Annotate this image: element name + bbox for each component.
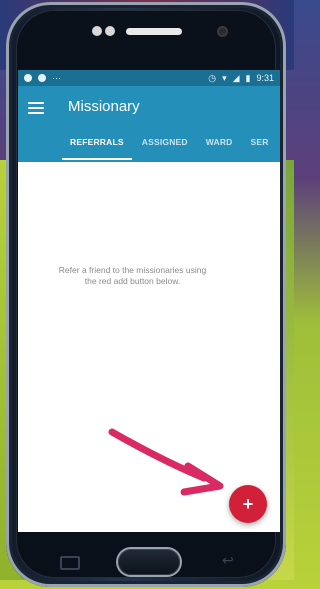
tab-referrals[interactable]: REFERRALS — [62, 137, 132, 160]
earpiece-speaker — [126, 28, 182, 35]
pointing-arrow-icon — [108, 428, 224, 496]
add-icon: + — [242, 493, 254, 514]
home-button[interactable] — [118, 549, 180, 575]
wifi-icon: ▾ — [222, 72, 227, 83]
app-title: Missionary — [68, 98, 140, 115]
empty-state-line-2: the red add button below. — [84, 276, 181, 286]
alarm-icon: ◷ — [208, 72, 217, 83]
recent-apps-icon[interactable] — [60, 556, 80, 570]
empty-state-message: Refer a friend to the missionaries using… — [30, 265, 235, 287]
status-bar-right: ◷ ▾ ◢ ▮ 9:31 — [208, 73, 274, 84]
notification-icon-2 — [38, 74, 46, 82]
signal-icon: ◢ — [232, 72, 240, 83]
empty-state-line-1: Refer a friend to the missionaries using — [58, 265, 207, 275]
tab-assigned[interactable]: ASSIGNED — [142, 137, 188, 147]
battery-icon: ▮ — [245, 72, 251, 83]
front-camera — [219, 28, 226, 35]
overflow-notification-icon: ⋯ — [52, 72, 61, 83]
tab-bar: REFERRALS ASSIGNED WARD SER — [18, 122, 280, 162]
hamburger-menu-icon[interactable] — [28, 102, 44, 114]
sensor-dot-right — [105, 26, 115, 36]
add-referral-button[interactable]: + — [229, 485, 267, 523]
back-icon[interactable]: ↩ — [222, 553, 240, 567]
app-bar: Missionary REFERRALS ASSIGNED WARD SER — [18, 86, 280, 162]
tab-ser[interactable]: SER — [251, 137, 269, 147]
status-bar-left: ⋯ — [24, 73, 61, 84]
sensor-dot-left — [92, 26, 102, 36]
tab-ward[interactable]: WARD — [206, 137, 233, 147]
status-bar: ⋯ ◷ ▾ ◢ ▮ 9:31 — [18, 70, 280, 86]
notification-icon — [24, 74, 32, 82]
status-time: 9:31 — [256, 73, 274, 83]
